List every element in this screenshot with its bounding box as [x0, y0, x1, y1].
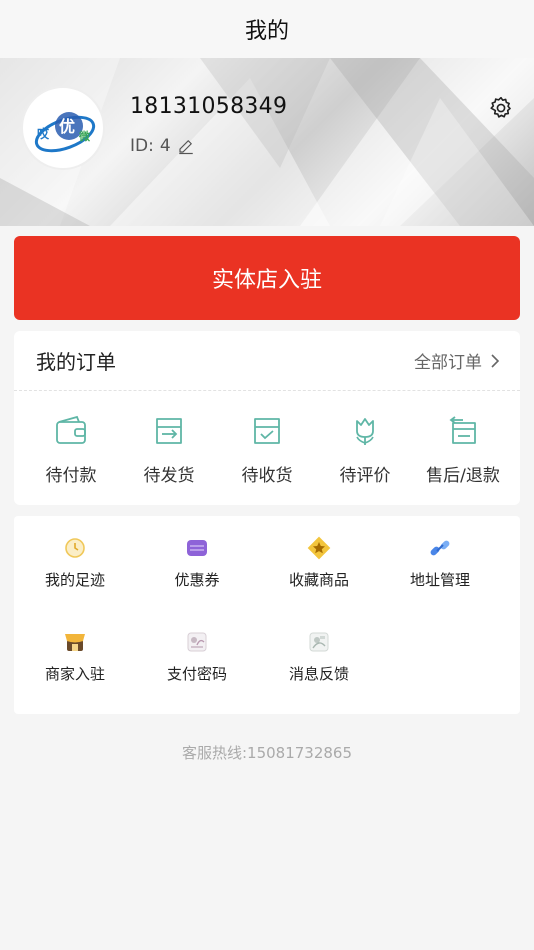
order-pending-shipment[interactable]: 待发货 — [120, 413, 218, 486]
order-pending-payment-label: 待付款 — [45, 466, 97, 486]
tool-address-management[interactable]: 地址管理 — [385, 536, 495, 590]
tool-coupons-label: 优惠券 — [174, 571, 220, 589]
all-orders-label: 全部订单 — [414, 353, 482, 373]
all-orders-link[interactable]: 全部订单 — [414, 348, 500, 373]
user-phone: 18131058349 — [130, 94, 288, 119]
tool-favorites[interactable]: 收藏商品 — [264, 536, 374, 590]
order-after-sales-label: 售后/退款 — [426, 466, 500, 486]
tool-merchant-join-label: 商家入驻 — [44, 665, 105, 683]
order-pending-review[interactable]: 待评价 — [316, 413, 414, 486]
tool-browsing-history-label: 我的足迹 — [44, 571, 105, 589]
order-pending-review-label: 待评价 — [339, 466, 391, 486]
tools-grid: 我的足迹 优惠券 收藏商品 地址管理 商家入驻 支付密码 消息反馈 — [14, 516, 520, 714]
tool-merchant-join[interactable]: 商家入驻 — [20, 630, 130, 684]
order-pending-receipt-label: 待收货 — [241, 466, 293, 486]
orders-title: 我的订单 — [36, 350, 116, 374]
tool-message-feedback[interactable]: 消息反馈 — [264, 630, 374, 684]
top-nav-bar: 我的 — [0, 0, 534, 58]
tool-address-management-label: 地址管理 — [409, 571, 470, 589]
password-icon — [185, 630, 209, 654]
clock-icon — [63, 536, 87, 560]
customer-service-hotline[interactable]: 客服热线:15081732865 — [0, 742, 534, 763]
chevron-right-icon — [491, 353, 500, 368]
order-status-row: 待付款 待发货 待收货 待评价 售后/退款 — [14, 391, 520, 486]
avatar[interactable]: 哎 优 微 — [21, 86, 105, 170]
tool-message-feedback-label: 消息反馈 — [288, 665, 349, 683]
profile-header: 哎 优 微 18131058349 ID: 4 — [0, 58, 534, 226]
refund-icon — [449, 416, 476, 444]
edit-pencil-icon[interactable] — [177, 137, 195, 155]
user-id-row: ID: 4 — [130, 136, 195, 156]
box-send-icon — [156, 418, 182, 444]
tool-payment-password-label: 支付密码 — [166, 665, 227, 683]
star-icon — [307, 536, 331, 560]
link-icon — [428, 536, 452, 560]
brand-logo-icon: 哎 优 微 — [34, 112, 96, 153]
shop-icon — [63, 630, 87, 654]
wallet-icon — [56, 415, 86, 444]
my-orders-card: 我的订单 全部订单 待付款 待发货 待收货 待评价 售后/退款 — [14, 331, 520, 505]
orders-header: 我的订单 全部订单 — [14, 331, 520, 391]
feedback-icon — [307, 630, 331, 654]
logo-char-2: 优 — [59, 117, 75, 136]
coupon-icon — [185, 536, 209, 560]
order-pending-payment[interactable]: 待付款 — [22, 413, 120, 486]
order-pending-shipment-label: 待发货 — [143, 466, 195, 486]
physical-store-join-button[interactable]: 实体店入驻 — [14, 236, 520, 320]
tool-browsing-history[interactable]: 我的足迹 — [20, 536, 130, 590]
order-after-sales[interactable]: 售后/退款 — [414, 413, 512, 486]
tool-coupons[interactable]: 优惠券 — [142, 536, 252, 590]
settings-gear-icon[interactable] — [488, 95, 514, 121]
logo-char-3: 微 — [78, 129, 91, 143]
logo-char-1: 哎 — [37, 126, 50, 141]
tool-favorites-label: 收藏商品 — [288, 571, 349, 589]
tool-payment-password[interactable]: 支付密码 — [142, 630, 252, 684]
page-title: 我的 — [244, 19, 289, 44]
order-pending-receipt[interactable]: 待收货 — [218, 413, 316, 486]
flower-icon — [356, 418, 374, 445]
box-receive-icon — [254, 418, 280, 444]
user-id-label: ID: — [130, 136, 154, 156]
user-id-value: 4 — [159, 136, 171, 156]
